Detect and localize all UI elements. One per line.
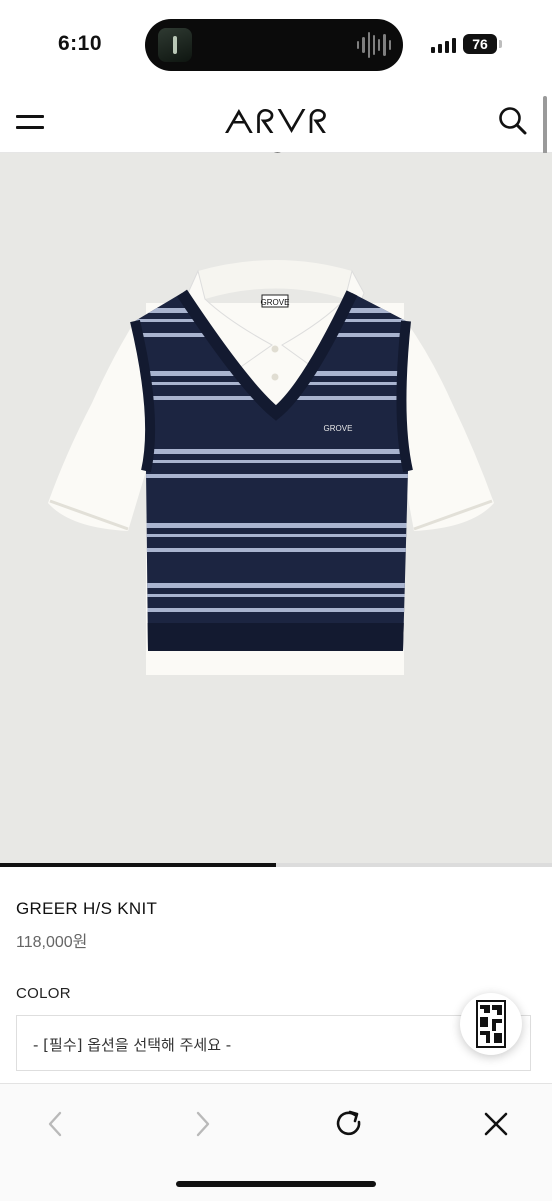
product-image[interactable]: GROVE GROVE bbox=[0, 153, 552, 863]
search-button[interactable] bbox=[496, 104, 530, 138]
reload-button[interactable] bbox=[329, 1104, 369, 1144]
audio-wave-icon bbox=[357, 31, 391, 59]
back-icon bbox=[48, 1111, 62, 1137]
color-option-placeholder: - [필수] 옵션을 선택해 주세요 - bbox=[33, 1036, 232, 1054]
carousel-progress-fill bbox=[0, 863, 276, 867]
site-header: ᗅᖇᐯᖇ ᗅᖇOᐯE bbox=[0, 92, 552, 185]
battery-level: 76 bbox=[472, 36, 488, 52]
forward-icon bbox=[196, 1111, 210, 1137]
close-button[interactable] bbox=[476, 1104, 516, 1144]
brand-logo[interactable]: ᗅᖇᐯᖇ ᗅᖇOᐯE bbox=[160, 100, 392, 185]
product-name: GREER H/S KNIT bbox=[16, 899, 158, 918]
image-carousel-progress bbox=[0, 863, 552, 867]
battery-icon: 76 bbox=[463, 34, 497, 54]
dynamic-island bbox=[145, 19, 403, 71]
status-bar: 6:10 76 bbox=[0, 0, 552, 92]
home-indicator[interactable] bbox=[176, 1181, 376, 1187]
product-price: 118,000원 bbox=[16, 934, 88, 951]
close-icon bbox=[484, 1112, 508, 1136]
reload-icon bbox=[336, 1110, 361, 1136]
knit-vest-illustration: GROVE GROVE bbox=[48, 260, 494, 675]
color-option-select[interactable]: - [필수] 옵션을 선택해 주세요 - bbox=[16, 1015, 531, 1071]
status-time: 6:10 bbox=[58, 32, 103, 55]
now-playing-thumbnail bbox=[158, 28, 192, 62]
chest-logo-text: GROVE bbox=[324, 424, 353, 433]
brand-badge-icon bbox=[476, 1000, 506, 1048]
collar-tag-text: GROVE bbox=[261, 298, 290, 307]
search-icon bbox=[499, 107, 527, 135]
brand-badge-button[interactable] bbox=[460, 993, 522, 1055]
signal-icon bbox=[431, 38, 456, 53]
forward-button[interactable] bbox=[182, 1104, 222, 1144]
menu-button[interactable] bbox=[14, 106, 48, 136]
back-button[interactable] bbox=[36, 1104, 76, 1144]
color-option-label: COLOR bbox=[16, 985, 71, 1002]
battery-tip bbox=[499, 40, 502, 48]
